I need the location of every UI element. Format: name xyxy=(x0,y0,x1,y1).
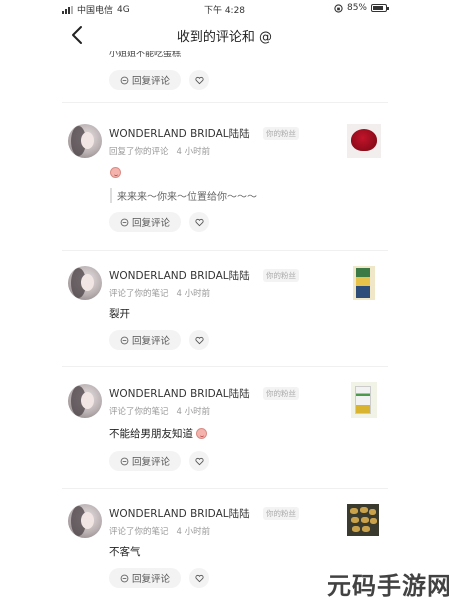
comment-bubble-icon xyxy=(120,574,129,582)
username[interactable]: WONDERLAND BRIDAL陆陆 xyxy=(109,386,250,401)
pig-face-emoji xyxy=(110,167,121,178)
quoted-comment: 来来来～你来～位置给你～～～ xyxy=(110,188,257,203)
fan-badge: 你的粉丝 xyxy=(263,387,299,400)
avatar[interactable] xyxy=(68,504,102,538)
action-text: 评论了你的笔记 xyxy=(109,527,169,537)
page-title: 收到的评论和 @ xyxy=(176,30,273,45)
divider xyxy=(62,250,388,251)
avatar[interactable] xyxy=(68,124,102,158)
book-photo-thumbnail[interactable] xyxy=(353,266,375,300)
heart-icon xyxy=(194,76,204,84)
reply-button[interactable]: 回复评论 xyxy=(109,70,181,90)
divider xyxy=(62,102,388,103)
rose-photo-thumbnail[interactable] xyxy=(347,124,381,158)
like-button[interactable] xyxy=(189,70,209,90)
status-right: 85% xyxy=(334,3,389,13)
username[interactable]: WONDERLAND BRIDAL陆陆 xyxy=(109,268,250,283)
comment-text: 裂开 xyxy=(109,308,130,320)
comment-text: 不客气 xyxy=(109,546,141,558)
divider xyxy=(62,488,388,489)
reply-button[interactable]: 回复评论 xyxy=(109,568,181,588)
action-text: 回复了你的评论 xyxy=(109,147,169,157)
comment-meta: 评论了你的笔记 4 小时前 xyxy=(109,525,210,537)
fan-badge: 你的粉丝 xyxy=(263,507,299,520)
comment-meta: 评论了你的笔记 4 小时前 xyxy=(109,405,210,417)
reply-button[interactable]: 回复评论 xyxy=(109,212,181,232)
username[interactable]: WONDERLAND BRIDAL陆陆 xyxy=(109,126,250,141)
comment-bubble-icon xyxy=(120,218,129,226)
status-bar: 中国电信 4G 下午 4:28 85% xyxy=(0,0,449,18)
like-button[interactable] xyxy=(189,451,209,471)
heart-icon xyxy=(194,336,204,344)
username[interactable]: WONDERLAND BRIDAL陆陆 xyxy=(109,506,250,521)
previous-comment-text: 小姐姐不能吃蛋糕 xyxy=(109,51,182,59)
divider xyxy=(62,366,388,367)
comment-meta: 回复了你的评论 4 小时前 xyxy=(109,145,210,157)
avatar[interactable] xyxy=(68,384,102,418)
timestamp: 4 小时前 xyxy=(176,527,211,537)
comment-bubble-icon xyxy=(120,336,129,344)
comment-bubble-icon xyxy=(120,457,129,465)
timestamp: 4 小时前 xyxy=(176,147,211,157)
heart-icon xyxy=(194,574,204,582)
timestamp: 4 小时前 xyxy=(176,289,211,299)
avatar[interactable] xyxy=(68,266,102,300)
reply-button[interactable]: 回复评论 xyxy=(109,451,181,471)
comment-bubble-icon xyxy=(120,76,129,84)
like-button[interactable] xyxy=(189,568,209,588)
reply-button-label: 回复评论 xyxy=(131,218,170,229)
reply-button-label: 回复评论 xyxy=(131,336,170,347)
reply-button-label: 回复评论 xyxy=(131,76,170,87)
reply-button[interactable]: 回复评论 xyxy=(109,330,181,350)
like-button[interactable] xyxy=(189,330,209,350)
battery-icon xyxy=(371,4,389,12)
comment-text-value: 不能给男朋友知道 xyxy=(109,428,193,440)
action-text: 评论了你的笔记 xyxy=(109,407,169,417)
heart-icon xyxy=(194,218,204,226)
food-photo-thumbnail[interactable] xyxy=(347,504,379,536)
timestamp: 4 小时前 xyxy=(176,407,211,417)
comment-text: 不能给男朋友知道 xyxy=(109,426,208,441)
nav-bar: 收到的评论和 @ xyxy=(0,18,449,52)
reply-button-label: 回复评论 xyxy=(131,574,170,585)
reply-button-label: 回复评论 xyxy=(131,457,170,468)
battery-percent: 85% xyxy=(346,3,367,13)
orientation-lock-icon xyxy=(334,3,343,13)
heart-icon xyxy=(194,457,204,465)
book-photo-thumbnail[interactable] xyxy=(351,382,377,418)
like-button[interactable] xyxy=(189,212,209,232)
comment-meta: 评论了你的笔记 4 小时前 xyxy=(109,287,210,299)
fan-badge: 你的粉丝 xyxy=(263,269,299,282)
pig-face-emoji xyxy=(196,428,208,439)
action-text: 评论了你的笔记 xyxy=(109,289,169,299)
fan-badge: 你的粉丝 xyxy=(263,127,299,140)
watermark: 元码手游网 xyxy=(327,572,449,600)
